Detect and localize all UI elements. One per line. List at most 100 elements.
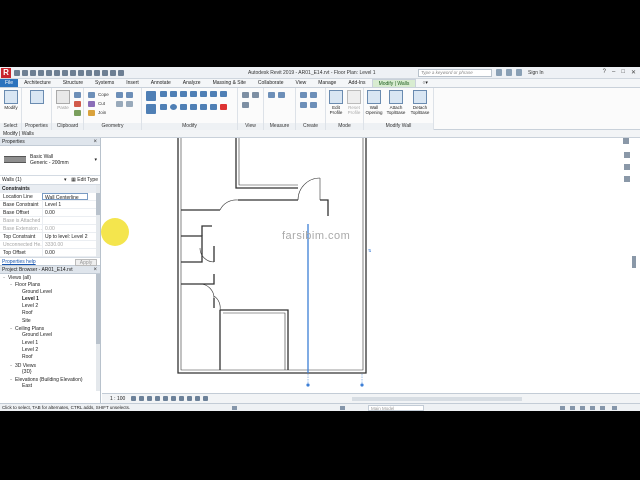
tree-item[interactable]: Level 1 <box>0 296 100 303</box>
sign-in-link[interactable]: Sign In <box>528 70 544 76</box>
interior-wall[interactable] <box>181 274 215 285</box>
tab-annotate[interactable]: Annotate <box>145 79 177 87</box>
view-cube-icon[interactable] <box>623 138 629 144</box>
create-parts-icon[interactable] <box>310 92 317 98</box>
save-icon[interactable] <box>22 69 28 76</box>
rotate-icon[interactable] <box>170 104 177 110</box>
close-icon[interactable]: × <box>93 266 97 274</box>
tree-item[interactable]: − Ceiling Plans <box>0 325 100 332</box>
prop-row[interactable]: Base Constraint Level 1 <box>0 201 100 209</box>
door-swing[interactable] <box>297 177 321 201</box>
select-pinned-icon[interactable] <box>580 406 585 410</box>
design-options-icon[interactable] <box>340 406 345 410</box>
tree-item[interactable]: {3D} <box>0 369 100 376</box>
zoom-dropdown-icon[interactable] <box>624 176 630 182</box>
door-swing[interactable] <box>219 199 239 211</box>
edit-type-button[interactable]: ▦ Edit Type <box>71 176 98 185</box>
properties-scrollbar[interactable] <box>96 185 100 257</box>
door-swing[interactable] <box>199 283 215 299</box>
category-constraints[interactable]: Constraints <box>0 185 100 193</box>
paint-icon[interactable] <box>116 101 123 107</box>
temporary-hide-icon[interactable] <box>179 396 185 401</box>
tag-icon[interactable] <box>78 69 84 76</box>
scale-icon[interactable] <box>200 104 207 110</box>
join-button[interactable]: Join <box>88 110 106 116</box>
split-face-icon[interactable] <box>126 92 133 98</box>
linework-icon[interactable] <box>242 102 249 108</box>
delete-icon[interactable] <box>220 104 227 110</box>
tree-item[interactable]: Level 1 <box>0 340 100 347</box>
tab-manage[interactable]: Manage <box>312 79 342 87</box>
drag-elements-icon[interactable] <box>600 406 605 410</box>
override-graphics-icon[interactable] <box>252 92 259 98</box>
shadows-icon[interactable] <box>155 396 161 401</box>
subscription-icon[interactable] <box>506 69 512 76</box>
crop-view-icon[interactable] <box>163 396 169 401</box>
3d-view-icon[interactable] <box>94 69 100 76</box>
tab-add-ins[interactable]: Add-Ins <box>342 79 371 87</box>
hide-icon[interactable] <box>242 92 249 98</box>
tree-item[interactable]: Ground Level <box>0 332 100 339</box>
help-search-input[interactable]: Type a keyword or phrase <box>418 69 492 77</box>
tree-item[interactable]: Level 2 <box>0 347 100 354</box>
flip-control[interactable]: ⇅ <box>368 248 372 253</box>
tree-item[interactable]: − Floor Plans <box>0 281 100 288</box>
move-icon[interactable] <box>146 104 156 114</box>
match-type-icon[interactable] <box>74 110 81 116</box>
browser-scrollbar[interactable] <box>96 274 100 391</box>
wall-opening-button[interactable]: Wall Opening <box>364 90 384 115</box>
cope-button[interactable]: Cope <box>88 92 109 98</box>
prop-row[interactable]: Top Constraint Up to level: Level 2 <box>0 233 100 241</box>
tree-item[interactable]: − Views (all) <box>0 274 100 281</box>
chevron-down-icon[interactable]: ▾ <box>94 157 97 163</box>
paste-button[interactable]: Paste <box>53 90 73 110</box>
properties-button[interactable] <box>27 90 47 104</box>
revit-logo-icon[interactable]: R <box>1 67 11 78</box>
sun-path-icon[interactable] <box>147 396 153 401</box>
full-navigation-wheel-icon[interactable] <box>624 152 630 158</box>
cut-clipboard-icon[interactable] <box>74 101 81 107</box>
offset-icon[interactable] <box>160 91 167 97</box>
unpin-icon[interactable] <box>210 104 217 110</box>
array-icon[interactable] <box>190 104 197 110</box>
create-group-icon[interactable] <box>300 102 307 108</box>
undo-icon[interactable] <box>38 69 44 76</box>
active-model-select[interactable]: Main Model <box>368 405 424 411</box>
interior-wall[interactable] <box>320 199 329 216</box>
chevron-down-icon[interactable]: ▾ <box>64 176 67 185</box>
demolish-icon[interactable] <box>126 101 133 107</box>
visual-style-icon[interactable] <box>139 396 145 401</box>
sync-icon[interactable] <box>30 69 36 76</box>
thin-lines-icon[interactable] <box>110 69 116 76</box>
maximize-icon[interactable]: □ <box>621 69 625 76</box>
tab-collaborate[interactable]: Collaborate <box>252 79 290 87</box>
worksets-icon[interactable] <box>232 406 237 410</box>
tree-item[interactable]: − Elevations (Building Elevation) <box>0 376 100 383</box>
mirror-draw-icon[interactable] <box>180 91 187 97</box>
align-icon[interactable] <box>146 91 156 101</box>
text-icon[interactable] <box>86 69 92 76</box>
tab-insert[interactable]: Insert <box>120 79 145 87</box>
close-hidden-icon[interactable] <box>118 69 124 76</box>
binoculars-icon[interactable] <box>496 69 502 76</box>
type-selector[interactable]: Basic Wall Generic - 200mm ▾ <box>0 146 100 176</box>
prop-row[interactable]: Base Offset 0.00 <box>0 209 100 217</box>
highlight-displacement-icon[interactable] <box>203 396 209 401</box>
apply-button[interactable]: Apply <box>75 259 97 266</box>
location-line-select[interactable]: Wall Centerline <box>42 193 88 200</box>
tab-architecture[interactable]: Architecture <box>18 79 57 87</box>
reveal-hidden-icon[interactable] <box>187 396 193 401</box>
pin-icon[interactable] <box>220 91 227 97</box>
tab-file[interactable]: File <box>0 79 19 87</box>
modify-button[interactable]: Modify <box>1 90 21 110</box>
instance-filter[interactable]: Walls (1) ▾ ▦ Edit Type <box>0 176 100 185</box>
measure-between-icon[interactable] <box>268 92 275 98</box>
cut-button[interactable]: Cut <box>88 101 105 107</box>
tree-item[interactable]: Ground Level <box>0 289 100 296</box>
tree-item[interactable]: −3D Views <box>0 362 100 369</box>
properties-help-link[interactable]: Properties help <box>2 259 36 265</box>
select-by-face-icon[interactable] <box>590 406 595 410</box>
select-underlay-icon[interactable] <box>570 406 575 410</box>
drawing-area[interactable]: ⇅ farsibim.com <box>102 138 640 393</box>
interior-wall[interactable] <box>220 309 289 370</box>
